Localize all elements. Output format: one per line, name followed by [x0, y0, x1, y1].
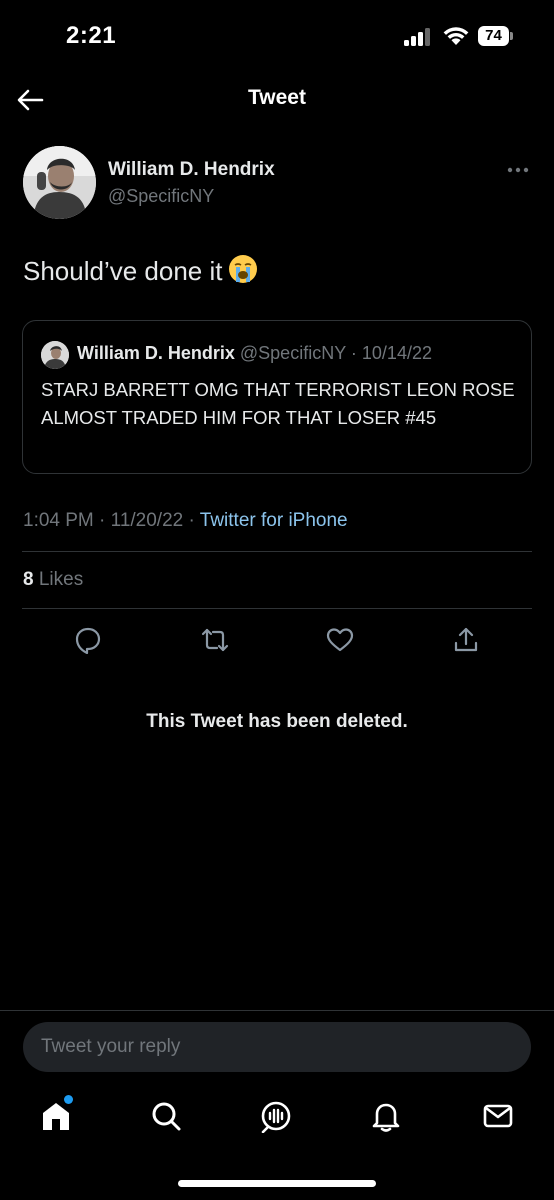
- quoted-text: STARJ BARRETT OMG THAT TERRORIST LEON RO…: [41, 379, 515, 428]
- battery-level: 74: [478, 26, 509, 46]
- likes-count: 8: [23, 569, 34, 590]
- wifi-icon: [443, 27, 469, 45]
- meta-separator-1: ·: [99, 510, 106, 531]
- author-name[interactable]: William D. Hendrix: [108, 159, 275, 181]
- battery-icon: 74: [478, 26, 514, 46]
- like-icon[interactable]: [326, 626, 354, 654]
- home-indicator[interactable]: [178, 1180, 376, 1187]
- divider: [0, 1010, 554, 1011]
- likes-label: Likes: [38, 569, 84, 590]
- tweet-date: 11/20/22: [110, 510, 184, 531]
- quoted-author-name: William D. Hendrix: [77, 343, 235, 363]
- tweet-meta: 1:04 PM · 11/20/22 · Twitter for iPhone: [23, 510, 348, 532]
- status-time: 2:21: [66, 22, 117, 49]
- quoted-avatar: [41, 341, 69, 369]
- more-horizontal-icon[interactable]: [505, 160, 531, 180]
- divider: [22, 608, 532, 609]
- tweet-text-content: Should’ve done it: [23, 256, 223, 286]
- loudly-crying-face-icon: [229, 255, 258, 283]
- share-icon[interactable]: [452, 626, 480, 654]
- quoted-header: William D. Hendrix @SpecificNY · 10/14/2…: [77, 343, 432, 364]
- tweet-source-link[interactable]: Twitter for iPhone: [200, 510, 348, 531]
- home-notification-dot: [64, 1095, 73, 1104]
- author-handle[interactable]: @SpecificNY: [108, 186, 214, 207]
- quoted-author-handle: @SpecificNY: [239, 343, 346, 363]
- quoted-separator: ·: [350, 343, 357, 363]
- page-title: Tweet: [248, 86, 306, 109]
- tweet-time: 1:04 PM: [23, 510, 94, 531]
- tweet-text: Should’ve done it: [23, 254, 258, 287]
- quoted-tweet[interactable]: William D. Hendrix @SpecificNY · 10/14/2…: [22, 320, 532, 474]
- deleted-tweet-notice: This Tweet has been deleted.: [146, 711, 408, 732]
- status-bar: 2:21 74: [0, 0, 554, 72]
- meta-separator-2: ·: [188, 510, 195, 531]
- reply-input[interactable]: Tweet your reply: [23, 1022, 531, 1072]
- retweet-icon[interactable]: [201, 626, 229, 654]
- quoted-date: 10/14/22: [361, 343, 432, 363]
- avatar[interactable]: [23, 146, 96, 219]
- reply-icon[interactable]: [74, 626, 102, 654]
- reply-placeholder: Tweet your reply: [41, 1036, 181, 1057]
- notifications-icon[interactable]: [369, 1099, 403, 1133]
- likes-stat[interactable]: 8 Likes: [23, 569, 83, 591]
- cellular-signal-icon: [404, 28, 434, 46]
- messages-icon[interactable]: [481, 1099, 515, 1133]
- spaces-icon[interactable]: [259, 1099, 293, 1133]
- search-icon[interactable]: [149, 1099, 183, 1133]
- nav-header: Tweet: [0, 72, 554, 130]
- divider: [22, 551, 532, 552]
- home-icon[interactable]: [39, 1099, 73, 1133]
